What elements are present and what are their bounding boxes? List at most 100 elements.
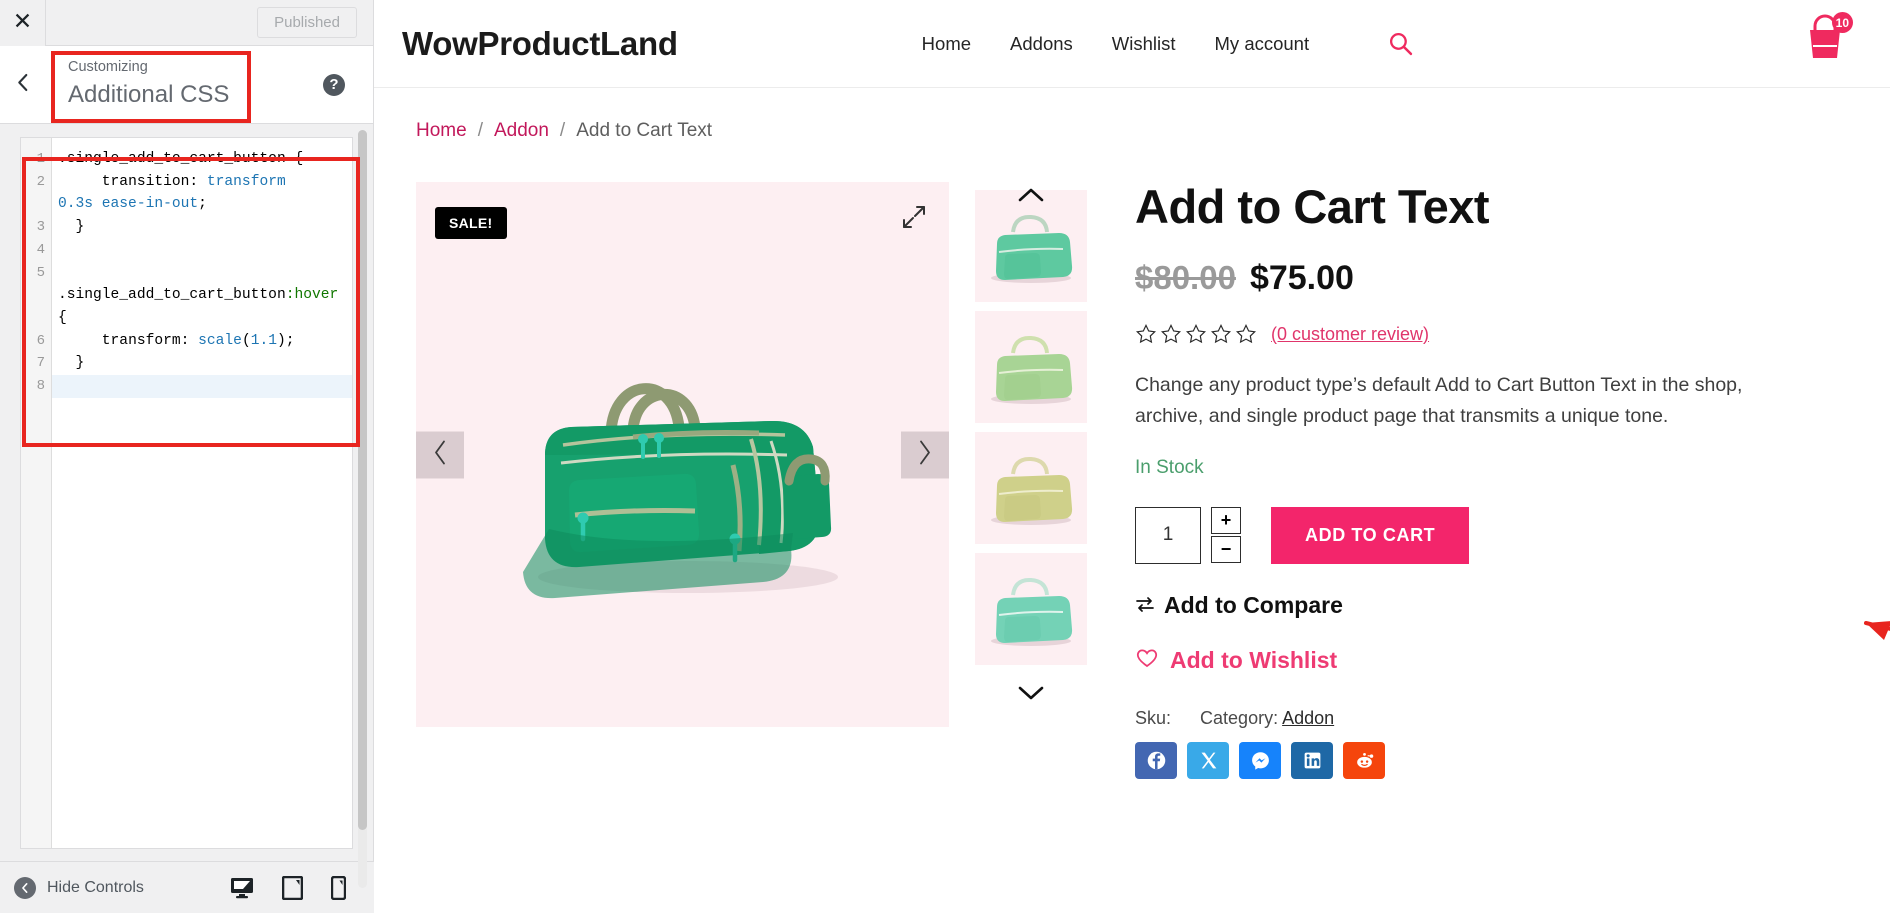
star-icon bbox=[1160, 324, 1182, 344]
shopping-bag-icon bbox=[1802, 14, 1848, 66]
site-brand[interactable]: WowProductLand bbox=[402, 25, 678, 63]
close-customizer-button[interactable] bbox=[0, 0, 46, 46]
product-section: SALE! Add to Cart Text $80.00 $75.00 (0 … bbox=[374, 142, 1890, 779]
code-content[interactable]: .single_add_to_cart_button { transition:… bbox=[52, 138, 352, 848]
gallery-prev-button[interactable] bbox=[416, 431, 464, 478]
quantity-input[interactable]: 1 bbox=[1135, 506, 1201, 564]
customizing-label: Customizing bbox=[68, 58, 148, 75]
customizer-topbar: Published bbox=[0, 0, 373, 46]
breadcrumb-current: Add to Cart Text bbox=[576, 120, 713, 141]
expand-icon[interactable] bbox=[901, 204, 927, 230]
nav-item-my-account[interactable]: My account bbox=[1215, 33, 1310, 55]
thumbnail-2[interactable] bbox=[975, 311, 1087, 423]
wishlist-label: Add to Wishlist bbox=[1170, 647, 1338, 674]
heart-icon bbox=[1135, 647, 1159, 675]
quantity-decrease-button[interactable]: − bbox=[1211, 535, 1241, 563]
wp-customizer-panel: Published Customizing Additional CSS ? 1… bbox=[0, 0, 374, 913]
chevron-down-icon bbox=[1018, 685, 1044, 706]
facebook-icon bbox=[1147, 751, 1165, 770]
product-rating: (0 customer review) bbox=[1135, 323, 1787, 345]
editor-current-line bbox=[52, 375, 352, 398]
star-icon bbox=[1235, 324, 1257, 344]
customer-review-link[interactable]: (0 customer review) bbox=[1271, 324, 1429, 345]
social-share-buttons bbox=[1135, 741, 1787, 779]
hide-controls-button[interactable]: Hide Controls bbox=[0, 876, 144, 899]
close-icon bbox=[14, 12, 31, 34]
product-meta: Sku: Category: Addon bbox=[1135, 708, 1787, 729]
main-navigation: Home Addons Wishlist My account bbox=[922, 31, 1413, 56]
chevron-up-icon bbox=[1018, 187, 1044, 208]
share-messenger-button[interactable] bbox=[1239, 741, 1281, 779]
x-twitter-icon bbox=[1201, 752, 1216, 769]
customizer-scrollbar[interactable] bbox=[358, 130, 367, 888]
app-root: Published Customizing Additional CSS ? 1… bbox=[0, 0, 1890, 913]
add-to-cart-button[interactable]: ADD TO CART bbox=[1271, 506, 1470, 564]
nav-item-home[interactable]: Home bbox=[922, 33, 971, 55]
share-linkedin-button[interactable] bbox=[1291, 741, 1333, 779]
star-icon bbox=[1135, 324, 1157, 344]
thumbnail-3[interactable] bbox=[975, 432, 1087, 544]
back-button[interactable] bbox=[0, 46, 46, 124]
chevron-left-icon bbox=[431, 439, 449, 470]
customizer-section-header: Customizing Additional CSS ? bbox=[0, 46, 373, 124]
stock-status: In Stock bbox=[1135, 456, 1204, 478]
category-label: Category: bbox=[1200, 707, 1279, 728]
site-header: WowProductLand Home Addons Wishlist My a… bbox=[374, 0, 1890, 88]
chevron-left-icon bbox=[16, 73, 31, 97]
customizer-footer: Hide Controls bbox=[0, 861, 374, 913]
css-editor-container: 12x345xx678 .single_add_to_cart_button {… bbox=[0, 125, 373, 861]
collapse-icon bbox=[14, 876, 36, 899]
thumbnail-column bbox=[975, 182, 1087, 779]
product-gallery: SALE! bbox=[416, 182, 1087, 779]
breadcrumb-item-home[interactable]: Home bbox=[416, 120, 467, 142]
sku-label: Sku: bbox=[1135, 707, 1172, 728]
star-rating[interactable] bbox=[1135, 323, 1257, 345]
breadcrumb-item-addon[interactable]: Addon bbox=[494, 120, 549, 142]
share-reddit-button[interactable] bbox=[1343, 741, 1385, 779]
quantity-increase-button[interactable]: + bbox=[1211, 506, 1241, 534]
help-icon[interactable]: ? bbox=[323, 73, 345, 96]
panel-title: Additional CSS bbox=[68, 81, 230, 109]
section-headings: Customizing Additional CSS bbox=[46, 58, 323, 112]
search-icon[interactable] bbox=[1388, 31, 1413, 56]
nav-item-wishlist[interactable]: Wishlist bbox=[1112, 33, 1176, 55]
desktop-preview-icon[interactable] bbox=[230, 877, 254, 899]
thumbnails-next-button[interactable] bbox=[975, 680, 1087, 710]
price-sale: $75.00 bbox=[1249, 259, 1354, 298]
cart-button[interactable]: 10 bbox=[1802, 12, 1853, 66]
product-price: $80.00 $75.00 bbox=[1135, 259, 1787, 298]
code-area[interactable]: 12x345xx678 .single_add_to_cart_button {… bbox=[21, 138, 352, 848]
breadcrumb: Home / Addon / Add to Cart Text bbox=[374, 88, 1890, 142]
thumbnail-4[interactable] bbox=[975, 553, 1087, 665]
category-link[interactable]: Addon bbox=[1282, 708, 1334, 728]
scrollbar-thumb[interactable] bbox=[358, 130, 367, 830]
nav-item-addons[interactable]: Addons bbox=[1010, 33, 1073, 55]
device-preview-switcher bbox=[230, 875, 374, 900]
product-main-image[interactable]: SALE! bbox=[416, 182, 949, 727]
add-to-compare-button[interactable]: Add to Compare bbox=[1135, 592, 1787, 619]
breadcrumb-separator: / bbox=[477, 120, 483, 141]
compare-icon bbox=[1135, 592, 1155, 619]
css-code-editor[interactable]: 12x345xx678 .single_add_to_cart_button {… bbox=[20, 137, 353, 849]
add-to-cart-row: 1 + − ADD TO CART bbox=[1135, 506, 1787, 564]
add-to-wishlist-button[interactable]: Add to Wishlist bbox=[1135, 647, 1787, 675]
gallery-next-button[interactable] bbox=[901, 431, 949, 478]
share-facebook-button[interactable] bbox=[1135, 741, 1177, 779]
share-x-button[interactable] bbox=[1187, 741, 1229, 779]
hide-controls-label: Hide Controls bbox=[47, 878, 144, 896]
product-description: Change any product type’s default Add to… bbox=[1135, 374, 1743, 428]
breadcrumb-separator-2: / bbox=[559, 120, 566, 141]
category-group: Category: Addon bbox=[1200, 708, 1334, 729]
tablet-preview-icon[interactable] bbox=[282, 875, 303, 900]
site-preview: WowProductLand Home Addons Wishlist My a… bbox=[374, 0, 1890, 913]
line-number-gutter: 12x345xx678 bbox=[21, 138, 52, 848]
published-button[interactable]: Published bbox=[257, 7, 357, 38]
thumbnails-prev-button[interactable] bbox=[975, 182, 1087, 212]
star-icon bbox=[1210, 324, 1232, 344]
compare-label: Add to Compare bbox=[1164, 591, 1343, 618]
chevron-right-icon bbox=[916, 439, 934, 470]
sale-badge: SALE! bbox=[435, 207, 507, 239]
reddit-icon bbox=[1356, 752, 1373, 768]
mobile-preview-icon[interactable] bbox=[331, 875, 346, 900]
price-original: $80.00 bbox=[1135, 259, 1236, 297]
